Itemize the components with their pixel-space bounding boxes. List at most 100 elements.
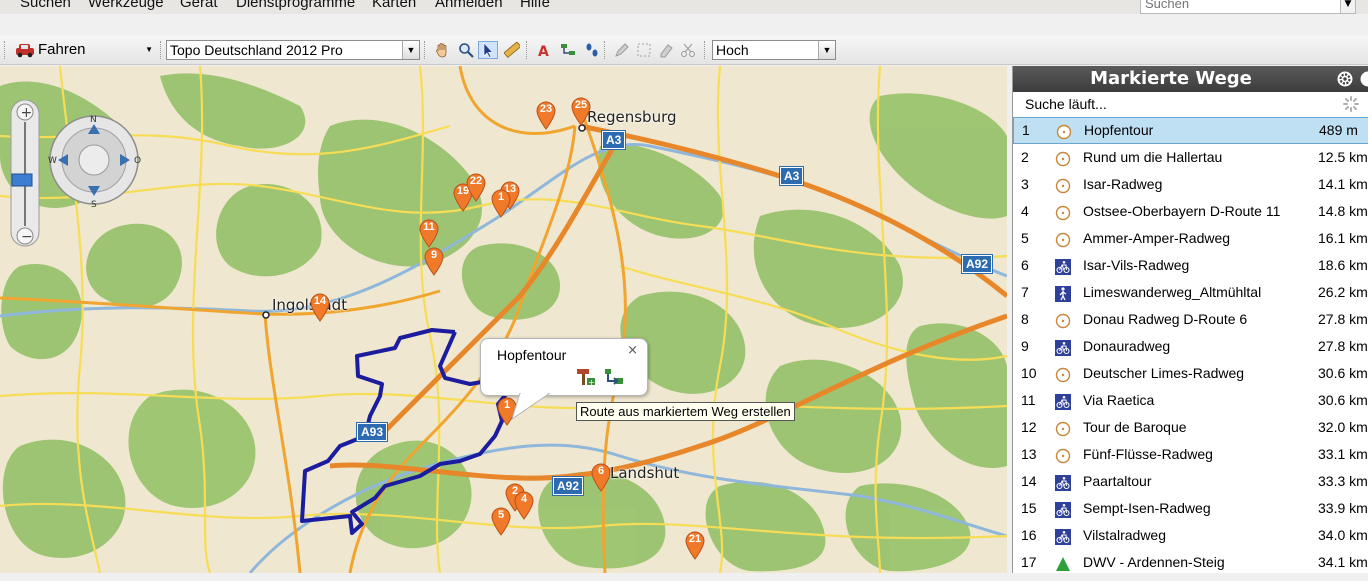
trail-distance: 32.0 km: [1318, 414, 1368, 441]
menu-dienstprogramme[interactable]: Dienstprogramme: [236, 0, 355, 11]
poi-pin[interactable]: 9: [423, 246, 445, 276]
trail-row[interactable]: 5Ammer-Amper-Radweg16.1 km: [1013, 225, 1368, 252]
split-tool-disabled[interactable]: [678, 41, 698, 59]
gear-icon[interactable]: [1336, 70, 1354, 88]
trail-row[interactable]: 13Fünf-Flüsse-Radweg33.1 km: [1013, 441, 1368, 468]
route-circle-icon: [1055, 419, 1071, 435]
toolbar-grip[interactable]: [704, 41, 708, 59]
trail-number: 17: [1021, 549, 1037, 576]
trail-name: Limeswanderweg_Altmühltal: [1083, 279, 1261, 306]
map-product-select[interactable]: Topo Deutschland 2012 Pro ▼: [166, 40, 420, 60]
measure-tool[interactable]: [502, 41, 522, 59]
search-dropdown-button[interactable]: ▼: [1340, 0, 1356, 14]
route-circle-icon: [1056, 123, 1072, 139]
trail-name: Ostsee-Oberbayern D-Route 11: [1083, 198, 1280, 225]
poi-pin[interactable]: 22: [465, 172, 487, 202]
select-area-icon: [636, 42, 652, 58]
trail-number: 7: [1021, 279, 1029, 306]
trail-name: Sempt-Isen-Radweg: [1083, 495, 1211, 522]
toolbar-grip[interactable]: [160, 41, 164, 59]
pan-compass[interactable]: N S W O: [48, 115, 141, 210]
tooltip: Route aus markiertem Weg erstellen: [576, 402, 795, 421]
trail-row[interactable]: 1Hopfentour489 m: [1013, 117, 1368, 144]
pan-hand-tool[interactable]: [432, 41, 452, 59]
menu-karten[interactable]: Karten: [372, 0, 416, 11]
close-icon[interactable]: ×: [627, 343, 638, 358]
search-input[interactable]: [1141, 0, 1329, 11]
trail-number: 13: [1021, 441, 1037, 468]
panel-close-icon[interactable]: [1359, 70, 1368, 88]
map-view[interactable]: + − N S W O Regensburg Ingolstadt Landsh…: [0, 66, 1007, 573]
menu-hilfe[interactable]: Hilfe: [520, 0, 550, 11]
loading-spinner-icon: [1343, 96, 1359, 112]
svg-text:A: A: [538, 44, 549, 58]
trail-name: Paartaltour: [1083, 468, 1151, 495]
trail-row[interactable]: 17DWV - Ardennen-Steig34.1 km: [1013, 549, 1368, 576]
poi-pin[interactable]: 23: [535, 100, 557, 130]
trail-row[interactable]: 12Tour de Baroque32.0 km: [1013, 414, 1368, 441]
pin-number: 4: [513, 493, 535, 505]
poi-pin[interactable]: 5: [490, 506, 512, 536]
trail-row[interactable]: 11Via Raetica30.6 km: [1013, 387, 1368, 414]
erase-tool-disabled[interactable]: [656, 41, 676, 59]
trail-row[interactable]: 3Isar-Radweg14.1 km: [1013, 171, 1368, 198]
bicycle-icon: [1055, 527, 1071, 543]
trail-number: 4: [1021, 198, 1029, 225]
travel-mode-select[interactable]: Fahren ▼: [12, 40, 157, 60]
poi-pin[interactable]: 25: [570, 96, 592, 126]
map-detail-select[interactable]: Hoch ▼: [712, 40, 836, 60]
poi-pin[interactable]: 4: [513, 490, 535, 520]
triangle-icon: [1055, 554, 1071, 570]
pin-number: 22: [465, 175, 487, 187]
trail-row[interactable]: 4 Ostsee-Oberbayern D-Route 11 14.8 km: [1013, 198, 1368, 225]
trail-row[interactable]: 10Deutscher Limes-Radweg30.6 km: [1013, 360, 1368, 387]
trail-row[interactable]: 6Isar-Vils-Radweg18.6 km: [1013, 252, 1368, 279]
select-tool[interactable]: [478, 41, 498, 59]
svg-text:O: O: [134, 156, 141, 166]
route-tool[interactable]: A: [534, 41, 554, 59]
trail-name: Hopfentour: [1084, 118, 1153, 143]
zoom-slider-thumb[interactable]: [12, 174, 32, 186]
poi-pin[interactable]: 11: [418, 218, 440, 248]
toolbar-grip[interactable]: [4, 41, 8, 59]
toolbar-grip[interactable]: [526, 41, 530, 59]
poi-pin[interactable]: 21: [684, 530, 706, 560]
trail-distance: 27.8 km: [1318, 333, 1368, 360]
zoom-tool[interactable]: [456, 41, 476, 59]
menu-werkzeuge[interactable]: Werkzeuge: [88, 0, 164, 11]
trail-row[interactable]: 8Donau Radweg D-Route 627.8 km: [1013, 306, 1368, 333]
trail-number: 2: [1021, 144, 1029, 171]
poi-pin[interactable]: 1: [490, 188, 512, 218]
poi-pin[interactable]: 6: [590, 462, 612, 492]
search-field[interactable]: [1140, 0, 1342, 14]
route-circle-icon: [1055, 203, 1071, 219]
toolbar-grip[interactable]: [604, 41, 608, 59]
pin-number: 23: [535, 103, 557, 115]
svg-text:W: W: [48, 156, 57, 166]
trail-name: Fünf-Flüsse-Radweg: [1083, 441, 1213, 468]
create-route-icon[interactable]: +: [576, 367, 596, 387]
select-area-tool-disabled[interactable]: [634, 41, 654, 59]
trail-row[interactable]: 9Donauradweg27.8 km: [1013, 333, 1368, 360]
toolbar: Fahren ▼ Topo Deutschland 2012 Pro ▼ A: [0, 36, 1368, 65]
trail-row[interactable]: 7Limeswanderweg_Altmühltal26.2 km: [1013, 279, 1368, 306]
track-tool[interactable]: [582, 41, 602, 59]
trail-row[interactable]: 15Sempt-Isen-Radweg33.9 km: [1013, 495, 1368, 522]
edit-tool-disabled[interactable]: [612, 41, 632, 59]
menu-anmelden[interactable]: Anmelden: [435, 0, 503, 11]
navigate-route-icon[interactable]: [604, 367, 624, 387]
trail-row[interactable]: 14Paartaltour33.3 km: [1013, 468, 1368, 495]
toolbar-grip[interactable]: [424, 41, 428, 59]
popup-title: Hopfentour: [497, 347, 566, 363]
trip-tool[interactable]: [558, 41, 578, 59]
poi-pin[interactable]: 14: [309, 292, 331, 322]
panel-header: Markierte Wege: [1013, 66, 1368, 92]
trail-row[interactable]: 16Vilstalradweg34.0 km: [1013, 522, 1368, 549]
menu-geraet[interactable]: Gerät: [180, 0, 218, 11]
trail-row[interactable]: 2Rund um die Hallertau12.5 km: [1013, 144, 1368, 171]
city-label-regensburg: Regensburg: [587, 108, 677, 126]
route-circle-icon: [1055, 446, 1071, 462]
trail-distance: 14.8 km: [1318, 198, 1368, 225]
menu-suchen[interactable]: Suchen: [20, 0, 71, 11]
trail-distance: 33.3 km: [1318, 468, 1368, 495]
